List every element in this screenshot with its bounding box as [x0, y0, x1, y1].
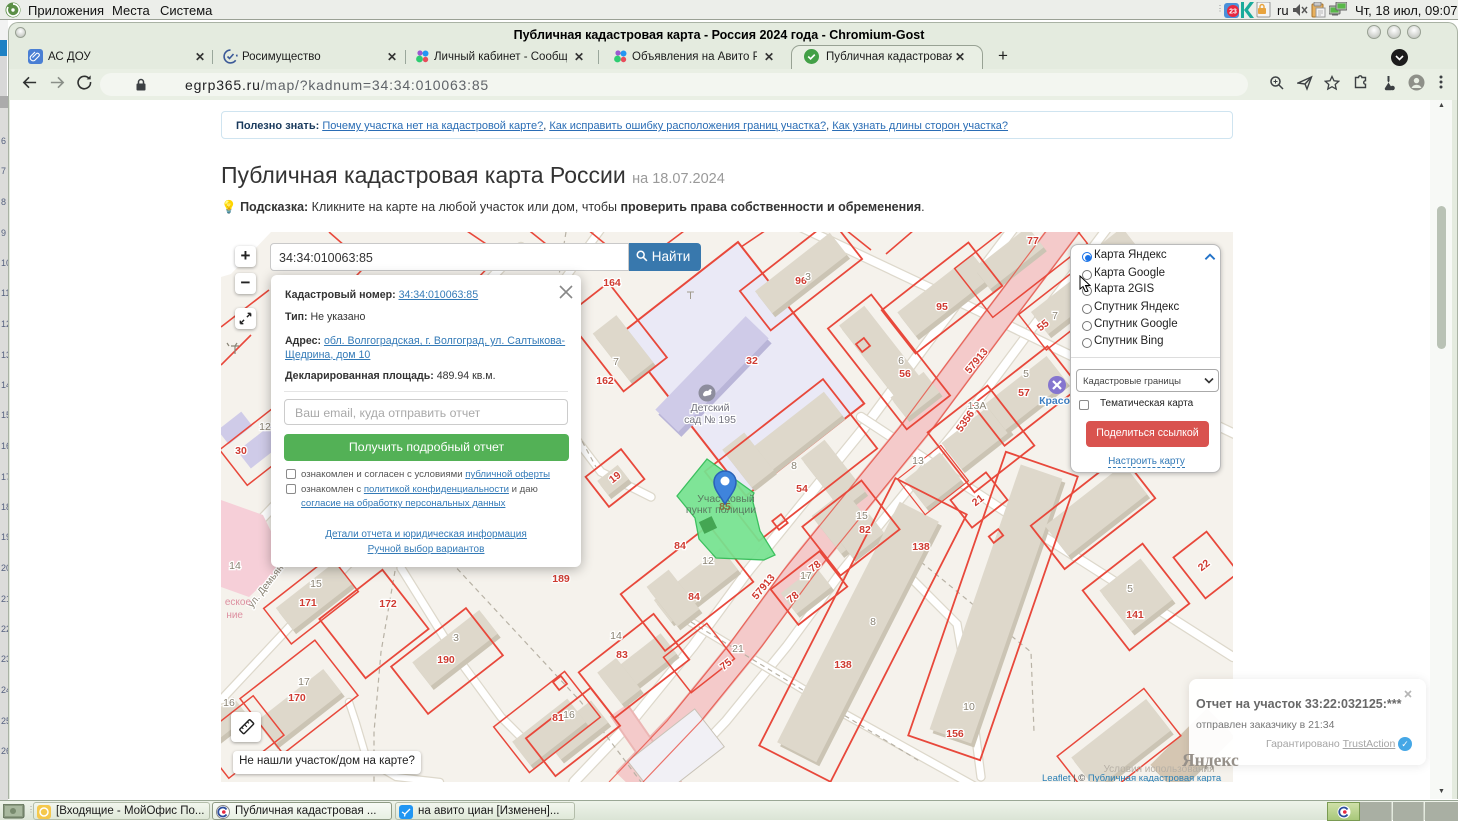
svg-text:16: 16 — [223, 697, 235, 709]
svg-text:30: 30 — [235, 445, 247, 457]
svg-text:95: 95 — [936, 301, 948, 313]
svg-text:7: 7 — [613, 356, 619, 368]
svg-text:12: 12 — [259, 421, 271, 433]
svg-text:57: 57 — [1018, 387, 1030, 399]
svg-text:17: 17 — [800, 570, 812, 582]
svg-text:6: 6 — [898, 355, 904, 367]
svg-text:сад № 195: сад № 195 — [684, 414, 736, 426]
svg-text:190: 190 — [437, 654, 455, 666]
svg-text:164: 164 — [603, 277, 621, 289]
svg-text:141: 141 — [1126, 609, 1144, 621]
svg-text:Детский: Детский — [691, 402, 730, 414]
svg-text:15: 15 — [856, 510, 868, 522]
svg-text:3: 3 — [453, 632, 459, 644]
svg-text:56: 56 — [899, 368, 911, 380]
svg-text:21: 21 — [732, 643, 744, 655]
svg-text:82: 82 — [859, 524, 871, 536]
svg-text:172: 172 — [379, 598, 397, 610]
svg-text:84: 84 — [688, 591, 700, 603]
svg-text:84: 84 — [674, 540, 686, 552]
svg-text:77: 77 — [1027, 235, 1039, 247]
svg-text:23: 23 — [1229, 9, 1237, 16]
svg-text:15: 15 — [310, 578, 322, 590]
svg-text:14: 14 — [610, 630, 622, 642]
svg-text:13: 13 — [912, 455, 924, 467]
svg-text:13A: 13A — [968, 400, 987, 412]
svg-text:5: 5 — [1127, 583, 1133, 595]
svg-text:138: 138 — [834, 659, 852, 671]
svg-text:83: 83 — [616, 649, 628, 661]
svg-text:170: 170 — [288, 692, 306, 704]
svg-text:3: 3 — [805, 271, 811, 283]
svg-text:5: 5 — [1023, 368, 1029, 380]
svg-text:162: 162 — [596, 375, 614, 387]
svg-text:7: 7 — [1052, 310, 1058, 322]
svg-text:8: 8 — [870, 616, 876, 628]
svg-text:189: 189 — [552, 573, 570, 585]
svg-text:16: 16 — [563, 709, 575, 721]
svg-text:156: 156 — [946, 728, 964, 740]
svg-text:138: 138 — [912, 541, 930, 553]
svg-text:8: 8 — [791, 460, 797, 472]
svg-text:17: 17 — [298, 676, 310, 688]
svg-text:54: 54 — [796, 483, 808, 495]
svg-text:32: 32 — [746, 355, 758, 367]
svg-text:10: 10 — [963, 701, 975, 713]
svg-text:171: 171 — [299, 597, 317, 609]
svg-text:12: 12 — [702, 555, 714, 567]
svg-text:ние: ние — [226, 610, 243, 621]
svg-text:14: 14 — [229, 560, 241, 572]
svg-text:еское: еское — [225, 597, 252, 608]
